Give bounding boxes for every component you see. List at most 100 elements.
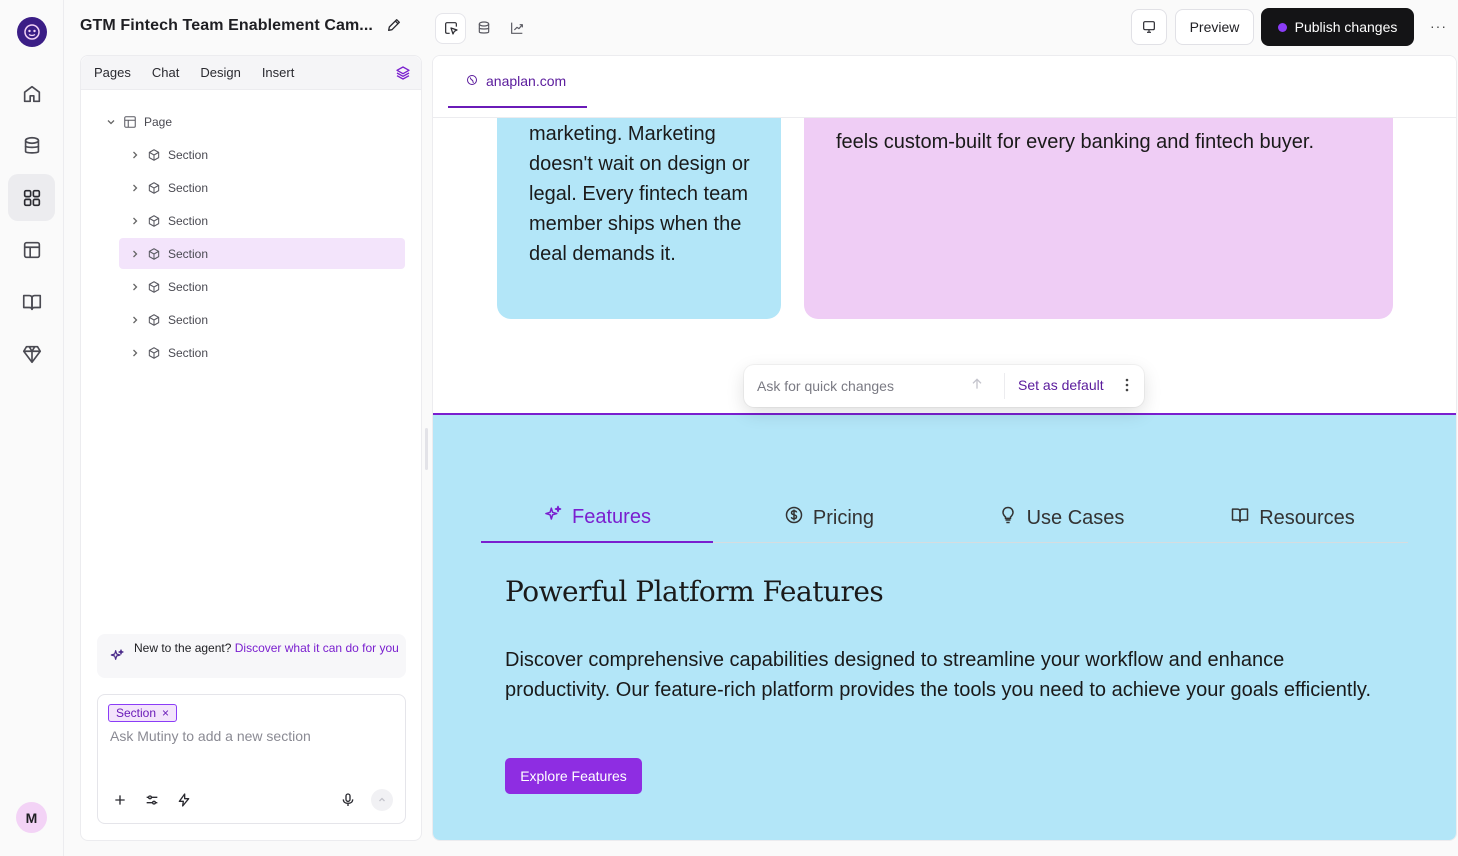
tab-chat[interactable]: Chat [152,65,179,80]
sidebar-tabs: Pages Chat Design Insert [81,56,421,90]
tree-node-section[interactable]: Section [129,172,208,203]
tree-node-label: Section [168,246,209,261]
url-tab[interactable]: anaplan.com [448,56,587,108]
sparkle-icon [543,504,563,530]
context-chip-section[interactable]: Section × [108,704,178,722]
chip-close-icon[interactable]: × [162,706,169,720]
chevron-right-icon[interactable] [129,150,141,160]
more-options-icon[interactable]: ··· [1430,18,1447,34]
settings-sliders-icon[interactable] [140,788,164,812]
section-body-text: Discover comprehensive capabilities desi… [505,649,1371,701]
tree-node-section[interactable]: Section [129,337,208,368]
tree-node-page[interactable]: Page [105,106,172,137]
blue-card-text: marketing. Marketing doesn't wait on des… [529,123,750,265]
tree-node-label: Page [144,114,173,129]
tree-node-label: Section [168,213,209,228]
chip-label: Section [116,706,157,720]
url-tab-bar: anaplan.com [433,56,1456,118]
tree-node-section[interactable]: Section [129,271,208,302]
section-cube-icon [147,280,161,294]
page-canvas: anaplan.com marketing. Marketing doesn't… [432,55,1457,841]
tree-node-section[interactable]: Section [129,304,208,335]
tab-insert[interactable]: Insert [262,65,295,80]
page-title: GTM Fintech Team Enablement Cam... [80,17,373,34]
send-button[interactable] [371,789,393,811]
publish-changes-button[interactable]: Publish changes [1261,8,1414,46]
preview-button[interactable]: Preview [1175,9,1254,45]
publish-label: Publish changes [1294,19,1398,35]
section-cube-icon [147,247,161,261]
tree-node-label: Section [168,312,209,327]
book-icon [1230,505,1250,531]
tree-node-label: Section [168,180,209,195]
chevron-right-icon[interactable] [129,282,141,292]
sparkle-icon [109,648,125,667]
user-avatar[interactable]: M [16,802,47,833]
gem-icon[interactable] [8,330,55,377]
analytics-chart-icon[interactable] [502,14,531,43]
quick-changes-input[interactable]: Ask for quick changes [757,378,894,394]
lightning-icon[interactable] [172,788,196,812]
book-icon[interactable] [8,278,55,325]
tab-use-cases[interactable]: Use Cases [945,493,1177,543]
select-cursor-icon[interactable] [436,13,465,43]
tab-features[interactable]: Features [481,493,713,543]
chevron-right-icon[interactable] [129,216,141,226]
tree-node-section[interactable]: Section [129,139,208,170]
globe-icon [466,73,478,89]
discover-agent-link[interactable]: Discover what it can do for you [235,641,399,655]
tree-node-label: Section [168,279,209,294]
tab-label: Resources [1259,506,1355,529]
section-cube-icon [147,148,161,162]
section-cube-icon [147,214,161,228]
chevron-right-icon[interactable] [129,183,141,193]
tree-node-section-selected[interactable]: Section [119,238,405,269]
tab-design[interactable]: Design [200,65,240,80]
set-as-default-button[interactable]: Set as default [1018,377,1104,393]
composer-input[interactable]: Ask Mutiny to add a new section [110,728,311,744]
chevron-down-icon[interactable] [105,117,117,127]
agent-composer: Section × Ask Mutiny to add a new sectio… [97,694,406,824]
top-bar: GTM Fintech Team Enablement Cam... Previ… [64,0,1458,54]
tab-label: Use Cases [1026,506,1125,529]
chevron-right-icon[interactable] [129,249,141,259]
tree-node-label: Section [168,147,209,162]
chevron-right-icon[interactable] [129,315,141,325]
layers-icon[interactable] [395,65,411,84]
lightbulb-icon [998,505,1018,531]
feature-tabs: Features Pricing Use Cases Resources [481,493,1408,543]
tab-pricing[interactable]: Pricing [713,493,945,543]
panel-resize-handle[interactable] [425,428,428,470]
tab-label: Features [572,505,651,528]
grid-icon[interactable] [8,174,55,221]
kebab-menu-icon[interactable] [1124,376,1130,399]
app-rail: M [0,0,64,856]
section-cube-icon [147,313,161,327]
add-attachment-icon[interactable] [108,788,132,812]
tab-pages[interactable]: Pages [94,65,131,80]
hint-text: New to the agent? Discover what it can d… [134,641,400,656]
section-cube-icon [147,181,161,195]
data-source-icon[interactable] [469,14,498,43]
device-preview-button[interactable] [1131,9,1167,45]
home-icon[interactable] [8,70,55,117]
status-dot-icon [1277,22,1287,32]
database-icon[interactable] [8,122,55,169]
dollar-circle-icon [784,505,804,531]
divider [1004,373,1005,399]
tree-node-section[interactable]: Section [129,205,208,236]
microphone-icon[interactable] [336,788,360,812]
editor-sidebar: Pages Chat Design Insert Page Section Se… [80,55,422,841]
explore-features-button[interactable]: Explore Features [505,758,642,794]
submit-arrow-up-icon[interactable] [969,376,985,397]
selected-tabs-section[interactable]: Features Pricing Use Cases Resources Pow… [433,413,1456,840]
edit-title-pencil-icon[interactable] [386,17,402,38]
app-logo-icon[interactable] [17,17,47,47]
agent-hint-banner: New to the agent? Discover what it can d… [97,634,406,678]
tab-resources[interactable]: Resources [1177,493,1408,543]
layout-icon[interactable] [8,226,55,273]
canvas-mode-tabs [432,10,536,46]
chevron-right-icon[interactable] [129,348,141,358]
tree-node-label: Section [168,345,209,360]
tab-label: Pricing [812,506,875,529]
